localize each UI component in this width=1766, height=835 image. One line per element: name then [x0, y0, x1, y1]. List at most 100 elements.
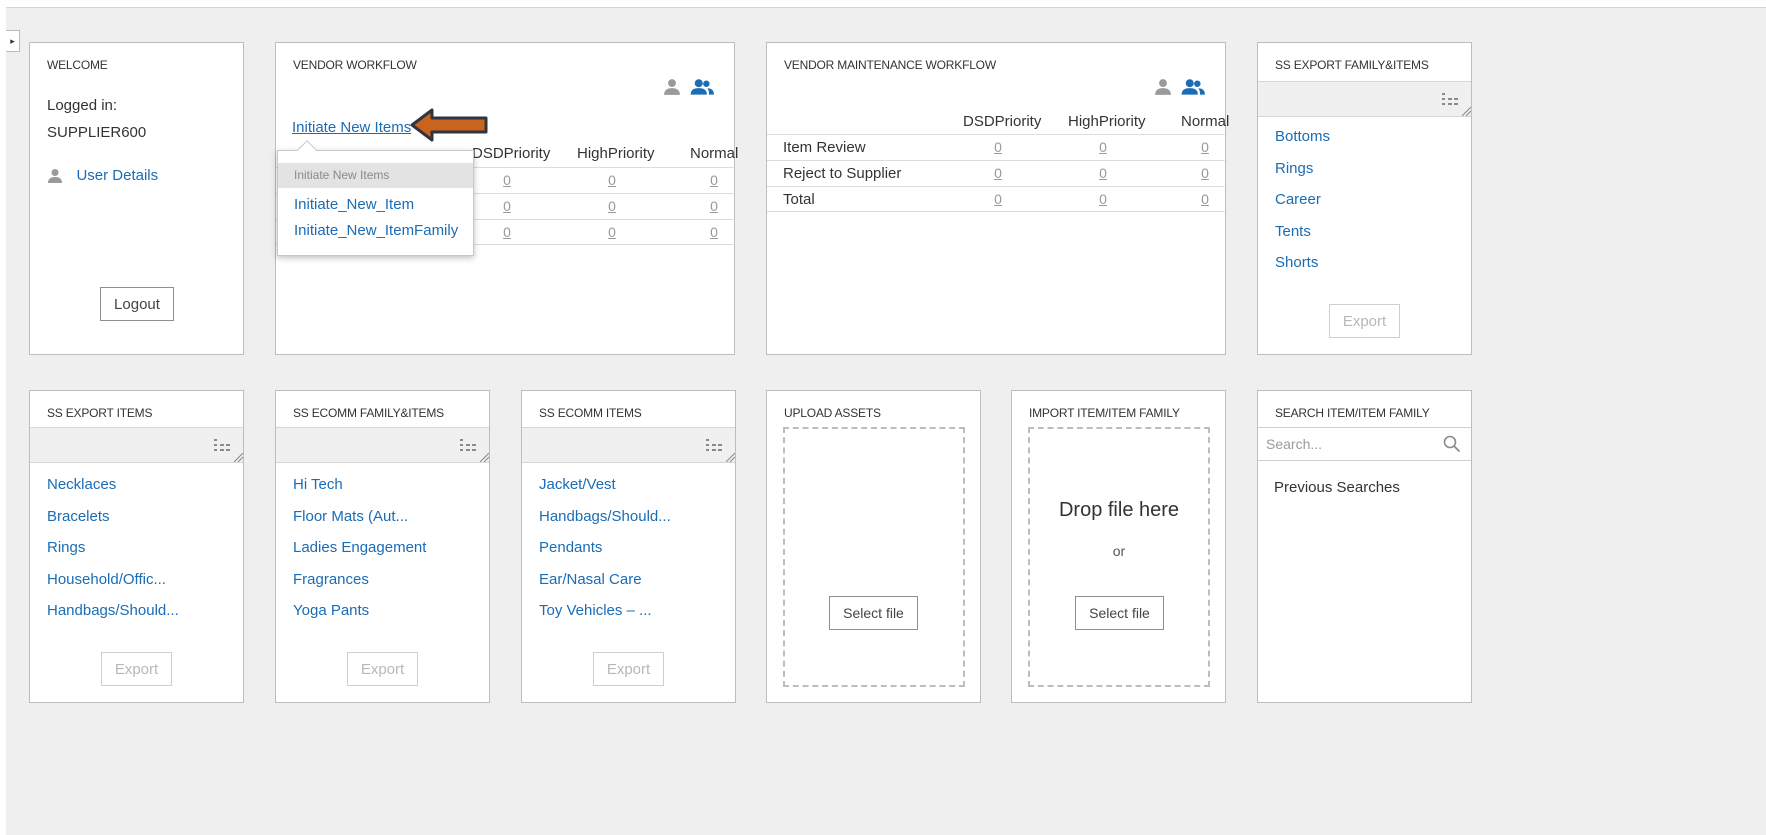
row-label: Reject to Supplier: [783, 165, 902, 182]
count-value[interactable]: 0: [502, 168, 512, 193]
list-item[interactable]: Handbags/Should...: [47, 602, 179, 619]
list-item[interactable]: Rings: [1275, 160, 1313, 177]
import-item-panel: IMPORT ITEM/ITEM FAMILY Drop file here o…: [1011, 390, 1226, 703]
row-label: Item Review: [783, 139, 866, 156]
list-item[interactable]: Toy Vehicles – ...: [539, 602, 652, 619]
select-file-button[interactable]: Select file: [829, 596, 918, 630]
list-item[interactable]: Rings: [47, 539, 85, 556]
panel-title: SS EXPORT ITEMS: [47, 406, 153, 420]
tree-view-icon[interactable]: [1441, 92, 1459, 106]
count-value[interactable]: 0: [1200, 135, 1210, 160]
panel-title: VENDOR WORKFLOW: [293, 58, 417, 72]
single-user-icon[interactable]: [1154, 78, 1172, 96]
category-list: Bottoms Rings Career Tents Shorts: [1275, 127, 1330, 285]
ss-export-family-panel: SS EXPORT FAMILY&ITEMS Bottoms Rings Car…: [1257, 42, 1472, 355]
username: SUPPLIER600: [47, 124, 147, 141]
expand-sidebar-toggle[interactable]: ▸: [6, 30, 20, 52]
list-item[interactable]: Ladies Engagement: [293, 539, 426, 556]
tree-view-icon[interactable]: [459, 438, 477, 452]
previous-searches-label: Previous Searches: [1274, 479, 1400, 496]
count-value[interactable]: 0: [993, 135, 1003, 160]
select-file-button[interactable]: Select file: [1075, 596, 1164, 630]
count-value[interactable]: 0: [993, 161, 1003, 186]
list-item[interactable]: Bracelets: [47, 508, 110, 525]
list-item[interactable]: Pendants: [539, 539, 602, 556]
tree-view-icon[interactable]: [213, 438, 231, 452]
list-item[interactable]: Shorts: [1275, 254, 1318, 271]
panel-title: SS EXPORT FAMILY&ITEMS: [1275, 58, 1429, 72]
panel-title: SEARCH ITEM/ITEM FAMILY: [1275, 406, 1430, 420]
ss-ecomm-family-panel: SS ECOMM FAMILY&ITEMS Hi Tech Floor Mats…: [275, 390, 490, 703]
category-list: Necklaces Bracelets Rings Household/Offi…: [47, 475, 179, 633]
tree-view-icon[interactable]: [705, 438, 723, 452]
count-value[interactable]: 0: [709, 168, 719, 193]
list-item[interactable]: Yoga Pants: [293, 602, 369, 619]
menu-item-initiate-new-itemfamily[interactable]: Initiate_New_ItemFamily: [294, 222, 458, 239]
search-input[interactable]: [1264, 429, 1444, 459]
initiate-new-items-link[interactable]: Initiate New Items: [292, 119, 411, 136]
search-icon[interactable]: [1443, 435, 1461, 453]
list-item[interactable]: Tents: [1275, 223, 1311, 240]
count-value[interactable]: 0: [709, 194, 719, 219]
user-details-label[interactable]: User Details: [76, 167, 158, 184]
list-item[interactable]: Necklaces: [47, 476, 116, 493]
list-item[interactable]: Fragrances: [293, 571, 369, 588]
single-user-icon[interactable]: [663, 78, 681, 96]
count-value[interactable]: 0: [1098, 135, 1108, 160]
count-value[interactable]: 0: [607, 220, 617, 245]
count-value[interactable]: 0: [1098, 187, 1108, 212]
list-item[interactable]: Hi Tech: [293, 476, 343, 493]
list-item[interactable]: Bottoms: [1275, 128, 1330, 145]
list-item[interactable]: Handbags/Should...: [539, 508, 671, 525]
column-header-normal: Normal: [1181, 113, 1230, 130]
group-users-icon[interactable]: [689, 78, 715, 96]
category-list: Hi Tech Floor Mats (Aut... Ladies Engage…: [293, 475, 426, 633]
user-filter-icons: [1154, 78, 1206, 101]
tree-toolbar: [276, 427, 489, 463]
list-item[interactable]: Career: [1275, 191, 1321, 208]
resize-grip-icon[interactable]: [726, 453, 735, 462]
resize-grip-icon[interactable]: [1462, 107, 1471, 116]
column-header-dsdpriority: DSDPriority: [963, 113, 1042, 130]
resize-grip-icon[interactable]: [480, 453, 489, 462]
list-item[interactable]: Floor Mats (Aut...: [293, 508, 408, 525]
count-value[interactable]: 0: [993, 187, 1003, 212]
export-button[interactable]: Export: [347, 652, 418, 686]
column-header-highpriority: HighPriority: [577, 145, 655, 162]
ss-ecomm-items-panel: SS ECOMM ITEMS Jacket/Vest Handbags/Shou…: [521, 390, 736, 703]
list-item[interactable]: Household/Offic...: [47, 571, 166, 588]
table-row: Total 0 0 0: [767, 186, 1227, 212]
count-value[interactable]: 0: [502, 194, 512, 219]
pointer-arrow-icon: [410, 108, 488, 142]
export-button[interactable]: Export: [593, 652, 664, 686]
import-dropzone[interactable]: Drop file here or Select file: [1028, 427, 1210, 687]
user-details-link[interactable]: User Details: [47, 167, 158, 185]
panel-title: WELCOME: [47, 58, 108, 72]
column-header-normal: Normal: [690, 145, 739, 162]
vendor-maintenance-panel: VENDOR MAINTENANCE WORKFLOW DSDPriority …: [766, 42, 1230, 355]
count-value[interactable]: 0: [1098, 161, 1108, 186]
upload-dropzone[interactable]: Select file: [783, 427, 965, 687]
count-value[interactable]: 0: [607, 194, 617, 219]
panel-title: SS ECOMM FAMILY&ITEMS: [293, 406, 444, 420]
logout-button[interactable]: Logout: [100, 287, 174, 321]
count-value[interactable]: 0: [709, 220, 719, 245]
logged-in-label: Logged in:: [47, 97, 118, 114]
tree-toolbar: [522, 427, 735, 463]
menu-item-initiate-new-item[interactable]: Initiate_New_Item: [294, 196, 414, 213]
count-value[interactable]: 0: [1200, 161, 1210, 186]
count-value[interactable]: 0: [502, 220, 512, 245]
drop-file-text: Drop file here: [1058, 499, 1180, 521]
export-button[interactable]: Export: [1329, 304, 1400, 338]
count-value[interactable]: 0: [607, 168, 617, 193]
list-item[interactable]: Ear/Nasal Care: [539, 571, 642, 588]
welcome-panel: WELCOME Logged in: SUPPLIER600 User Deta…: [29, 42, 244, 355]
resize-grip-icon[interactable]: [234, 453, 243, 462]
count-value[interactable]: 0: [1200, 187, 1210, 212]
list-item[interactable]: Jacket/Vest: [539, 476, 616, 493]
search-item-panel: SEARCH ITEM/ITEM FAMILY Previous Searche…: [1257, 390, 1472, 703]
export-button[interactable]: Export: [101, 652, 172, 686]
dropdown-header: Initiate New Items: [278, 163, 473, 188]
column-header-dsdpriority: DSDPriority: [472, 145, 551, 162]
group-users-icon[interactable]: [1180, 78, 1206, 96]
